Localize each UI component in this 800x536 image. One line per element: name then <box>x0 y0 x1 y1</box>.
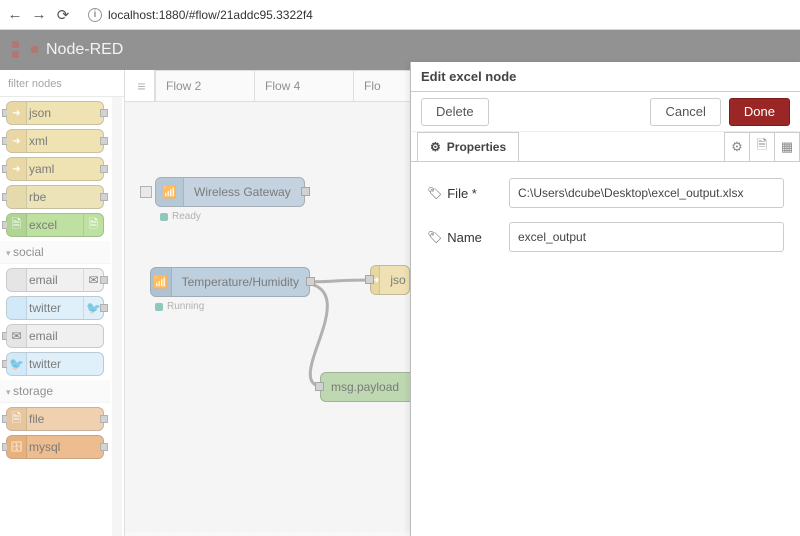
node-json[interactable]: jso <box>370 265 410 295</box>
gear-icon: ⚙ <box>430 140 441 154</box>
inject-button-icon[interactable] <box>140 186 152 198</box>
tab-properties[interactable]: ⚙ Properties <box>417 132 519 161</box>
node-debug[interactable]: msg.payload <box>320 372 415 402</box>
info-icon[interactable]: i <box>88 8 102 22</box>
browser-nav: ← → ⟳ <box>6 6 72 24</box>
palette-node-xml[interactable]: xml <box>6 129 104 153</box>
palette-node-twitter-in[interactable]: twitter🐦 <box>6 296 104 320</box>
file-field-label: 🏷File * <box>427 186 499 201</box>
palette-node-mysql[interactable]: mysql <box>6 435 104 459</box>
sensor-icon: 📶 <box>151 268 172 296</box>
name-field-label: 🏷Name <box>427 230 499 245</box>
node-temp-humidity[interactable]: 📶 Temperature/Humidity Running <box>150 267 310 297</box>
done-button[interactable]: Done <box>729 98 790 126</box>
node-settings-icon[interactable]: ⚙ <box>724 132 750 161</box>
node-status: Running <box>155 301 204 312</box>
url-text: localhost:1880/#flow/21addc95.3322f4 <box>108 8 313 22</box>
tab-list-icon[interactable]: ≡ <box>129 70 155 101</box>
palette-filter-input[interactable] <box>4 76 120 92</box>
browser-toolbar: ← → ⟳ i localhost:1880/#flow/21addc95.33… <box>0 0 800 30</box>
node-status: Ready <box>160 211 201 222</box>
tag-icon: 🏷 <box>427 230 442 244</box>
node-appearance-icon[interactable]: ▦ <box>774 132 800 161</box>
edit-tray: Edit excel node Delete Cancel Done ⚙ Pro… <box>410 62 800 536</box>
output-port[interactable] <box>301 187 310 196</box>
input-port[interactable] <box>315 382 324 391</box>
file-input[interactable] <box>509 178 784 208</box>
palette-node-rbe[interactable]: rbe <box>6 185 104 209</box>
palette-node-yaml[interactable]: yaml <box>6 157 104 181</box>
tab-flow4[interactable]: Flow 4 <box>254 70 354 101</box>
palette-category-social[interactable]: social <box>0 241 110 264</box>
tray-title: Edit excel node <box>411 62 800 92</box>
tag-icon: 🏷 <box>427 186 442 200</box>
palette-node-excel[interactable]: excel <box>6 213 104 237</box>
input-port[interactable] <box>365 275 374 284</box>
name-input[interactable] <box>509 222 784 252</box>
palette-category-storage[interactable]: storage <box>0 380 110 403</box>
forward-icon[interactable]: → <box>30 6 48 24</box>
palette-node-file[interactable]: file <box>6 407 104 431</box>
delete-button[interactable]: Delete <box>421 98 489 126</box>
cancel-button[interactable]: Cancel <box>650 98 720 126</box>
palette-node-email-out[interactable]: ✉email <box>6 324 104 348</box>
node-desc-icon[interactable]: 🗎 <box>749 132 775 161</box>
reload-icon[interactable]: ⟳ <box>54 6 72 24</box>
radio-icon: 📶 <box>156 178 184 206</box>
tab-flow2[interactable]: Flow 2 <box>155 70 255 101</box>
palette-scrollbar[interactable] <box>113 97 121 157</box>
back-icon[interactable]: ← <box>6 6 24 24</box>
palette-node-email-in[interactable]: email✉ <box>6 268 104 292</box>
app-title: Node-RED <box>46 41 123 59</box>
palette-search <box>0 70 124 97</box>
node-wireless-gateway[interactable]: 📶 Wireless Gateway Ready <box>155 177 305 207</box>
nodered-logo-icon <box>12 41 38 59</box>
palette-node-twitter-out[interactable]: 🐦twitter <box>6 352 104 376</box>
palette-node-json[interactable]: json <box>6 101 104 125</box>
output-port[interactable] <box>306 277 315 286</box>
palette-sidebar: json xml yaml rbe excel social email✉ tw… <box>0 70 125 536</box>
address-bar[interactable]: i localhost:1880/#flow/21addc95.3322f4 <box>80 4 794 26</box>
